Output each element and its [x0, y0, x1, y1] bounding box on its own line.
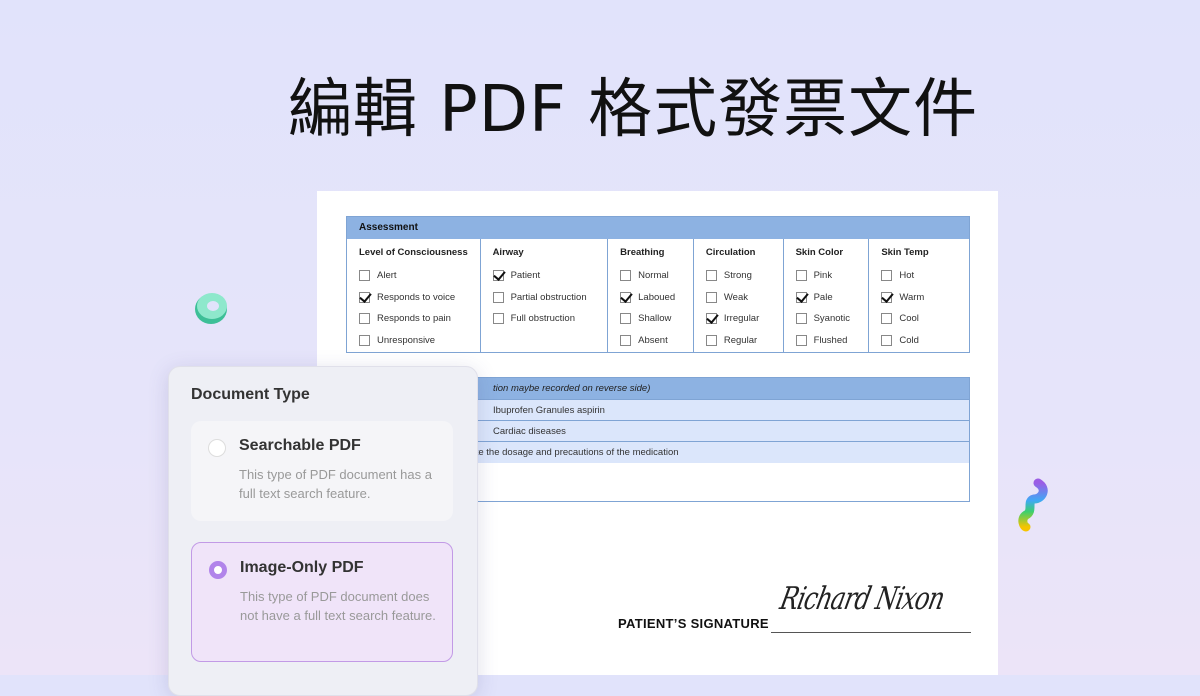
checkbox-label: Flushed [813, 334, 848, 346]
checkbox-label: Irregular [723, 313, 760, 325]
option-label: Image-Only PDF [240, 559, 364, 576]
checkbox[interactable] [359, 291, 370, 303]
checkbox-option[interactable]: Cool [881, 308, 969, 330]
checkbox-label: Laboued [638, 291, 676, 303]
checkbox[interactable] [705, 270, 717, 282]
checkbox-option[interactable]: Flushed [795, 330, 869, 352]
column-header: Circulation [705, 247, 756, 258]
checkbox[interactable] [705, 313, 717, 325]
checkbox[interactable] [795, 313, 807, 325]
checkbox[interactable] [881, 291, 893, 303]
option-description: This type of PDF document does not have … [240, 589, 436, 623]
checkbox-label: Alert [377, 270, 397, 282]
checkbox[interactable] [620, 270, 632, 282]
signature-line [771, 632, 971, 633]
checkbox-option[interactable]: Strong [705, 265, 783, 287]
column-header: Breathing [620, 247, 665, 258]
checkbox-option[interactable]: Alert [359, 265, 480, 287]
radio-button-selected[interactable] [209, 561, 227, 579]
assessment-column: Skin Color Pink Pale Syanotic Flushed [782, 239, 869, 353]
squiggle-3d-icon [1012, 477, 1052, 538]
checkbox-label: Weak [723, 291, 748, 303]
checkbox-label: Full obstruction [510, 313, 575, 325]
checkbox-label: Hot [899, 270, 915, 282]
checkbox-option[interactable]: Pink [795, 265, 869, 287]
radio-button[interactable] [208, 439, 226, 457]
option-description: This type of PDF document has a full tex… [239, 467, 432, 501]
checkbox-label: Syanotic [813, 313, 851, 325]
checkbox-label: Pink [813, 270, 833, 282]
checkbox-label: Strong [723, 270, 752, 282]
checkbox-label: Absent [638, 334, 668, 346]
checkbox[interactable] [492, 313, 504, 325]
checkbox-option[interactable]: Responds to voice [359, 287, 480, 309]
checkbox-option[interactable]: Shallow [620, 308, 693, 330]
assessment-column: Breathing Normal Laboued Shallow Absent [607, 239, 693, 353]
assessment-column: Level of Consciousness Alert Responds to v… [347, 239, 480, 353]
checkbox-option[interactable]: Normal [620, 265, 693, 287]
option-image-only-pdf[interactable]: Image-Only PDF This type of PDF document… [191, 542, 453, 662]
signature-label: PATIENT’S SIGNATURE [618, 616, 769, 631]
column-header: Level of Consciousness [359, 247, 468, 258]
checkbox[interactable] [881, 270, 893, 282]
assessment-column: Circulation Strong Weak Irregular Regular [692, 239, 783, 353]
checkbox-label: Cool [899, 313, 919, 325]
column-header: Skin Temp [881, 247, 929, 258]
checkbox-option[interactable]: Unresponsive [359, 330, 480, 352]
checkbox-option[interactable]: Absent [620, 330, 693, 352]
checkbox-label: Responds to pain [377, 313, 451, 325]
checkbox-label: Patient [510, 270, 541, 282]
checkbox[interactable] [795, 270, 807, 282]
checkbox-option[interactable]: Partial obstruction [492, 287, 608, 309]
column-header: Airway [492, 247, 524, 258]
assessment-table: Assessment Level of Consciousness Alert Re… [346, 216, 970, 353]
checkbox[interactable] [492, 291, 504, 303]
ring-3d-icon [192, 290, 230, 331]
assessment-column: Skin Temp Hot Warm Cool Cold [868, 239, 969, 353]
checkbox-label: Shallow [638, 313, 672, 325]
assessment-header: Assessment [347, 217, 969, 239]
checkbox[interactable] [881, 313, 893, 325]
checkbox-label: Normal [638, 270, 669, 282]
checkbox-label: Partial obstruction [510, 291, 587, 303]
checkbox[interactable] [705, 291, 717, 303]
checkbox-option[interactable]: Irregular [705, 308, 783, 330]
checkbox-option[interactable]: Hot [881, 265, 969, 287]
page-title: 編輯 PDF 格式發票文件 [287, 73, 979, 147]
checkbox-label: Unresponsive [377, 334, 436, 346]
checkbox[interactable] [492, 270, 504, 282]
option-label: Searchable PDF [239, 437, 361, 454]
checkbox-label: Cold [899, 334, 919, 346]
checkbox-option[interactable]: Cold [881, 330, 969, 352]
checkbox[interactable] [359, 270, 370, 282]
checkbox-option[interactable]: Regular [705, 330, 783, 352]
checkbox[interactable] [359, 334, 370, 346]
checkbox-option[interactable]: Pale [795, 287, 869, 309]
checkbox-label: Responds to voice [377, 291, 456, 303]
document-type-panel: Document Type Searchable PDF This type o… [168, 366, 478, 696]
checkbox-option[interactable]: Patient [492, 265, 608, 287]
checkbox[interactable] [795, 334, 807, 346]
handwritten-signature: Richard Nixon [777, 580, 948, 617]
checkbox[interactable] [705, 334, 717, 346]
checkbox-option[interactable]: Responds to pain [359, 308, 480, 330]
checkbox-option[interactable]: Laboued [620, 287, 693, 309]
checkbox[interactable] [359, 313, 370, 325]
checkbox[interactable] [881, 334, 893, 346]
checkbox[interactable] [620, 313, 632, 325]
option-searchable-pdf[interactable]: Searchable PDF This type of PDF document… [191, 421, 453, 521]
checkbox-label: Warm [899, 291, 925, 303]
assessment-column: Airway Patient Partial obstruction Full obs… [479, 239, 608, 353]
checkbox[interactable] [620, 334, 632, 346]
checkbox[interactable] [795, 291, 807, 303]
checkbox-option[interactable]: Warm [881, 287, 969, 309]
checkbox-option[interactable]: Weak [705, 287, 783, 309]
checkbox-label: Regular [723, 334, 758, 346]
column-header: Skin Color [795, 247, 844, 258]
checkbox[interactable] [620, 291, 632, 303]
checkbox-label: Pale [813, 291, 833, 303]
panel-title: Document Type [191, 386, 310, 403]
checkbox-option[interactable]: Syanotic [795, 308, 869, 330]
checkbox-option[interactable]: Full obstruction [492, 308, 608, 330]
